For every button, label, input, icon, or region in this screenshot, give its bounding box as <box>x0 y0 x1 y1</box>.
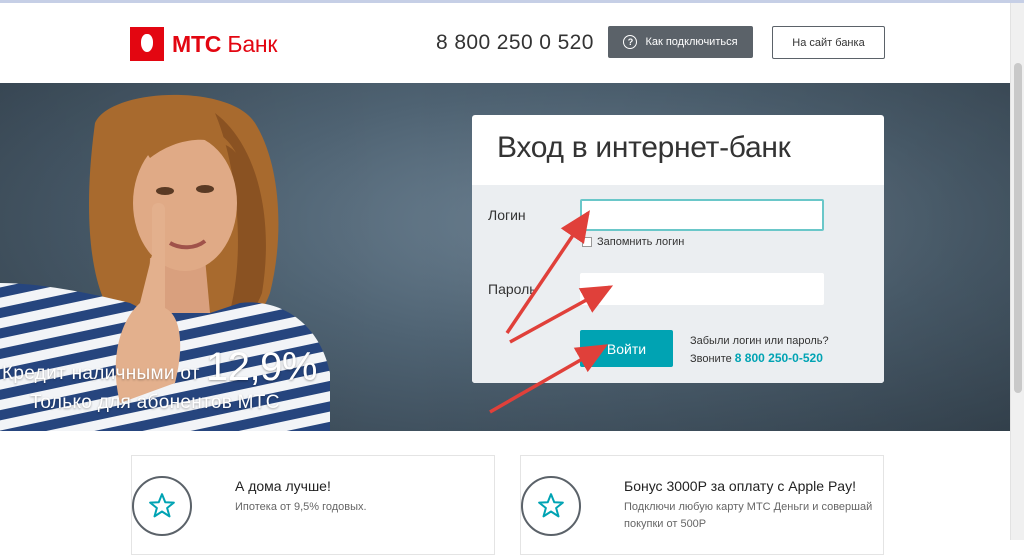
header-phone: 8 800 250 0 520 <box>436 31 594 54</box>
how-to-connect-label: Как подключиться <box>645 36 738 48</box>
login-title: Вход в интернет-банк <box>497 131 791 164</box>
password-input[interactable] <box>580 273 824 305</box>
password-label: Пароль <box>488 281 537 297</box>
promo-card-mortgage[interactable]: А дома лучше! Ипотека от 9,5% годовых. <box>131 455 495 555</box>
remember-login-checkbox[interactable]: Запомнить логин <box>582 236 684 248</box>
bank-site-label: На сайт банка <box>792 36 865 49</box>
logo-text: МТС Банк <box>172 31 277 58</box>
logo-suffix: Банк <box>227 30 278 57</box>
promo-card-apple-pay[interactable]: Бонус 3000Р за оплату с Apple Pay! Подкл… <box>520 455 884 555</box>
star-icon <box>521 476 581 536</box>
forgot-text: Забыли логин или пароль? <box>690 335 829 347</box>
support-phone-link[interactable]: 8 800 250-0-520 <box>735 351 823 365</box>
vertical-scrollbar[interactable] <box>1010 3 1024 540</box>
login-label: Логин <box>488 207 526 223</box>
how-to-connect-button[interactable]: ? Как подключиться <box>608 26 753 58</box>
bank-site-button[interactable]: На сайт банка <box>772 26 885 59</box>
promo-line-2: Только для абонентов МТС <box>30 392 280 413</box>
login-card: Вход в интернет-банк Логин Запомнить лог… <box>472 115 884 383</box>
promo-card-title: Бонус 3000Р за оплату с Apple Pay! <box>624 478 856 494</box>
call-prefix: Звоните <box>690 353 732 365</box>
login-submit-button[interactable]: Войти <box>580 330 673 367</box>
mts-bank-logo[interactable]: МТС Банк <box>130 27 277 61</box>
scrollbar-thumb[interactable] <box>1014 63 1022 393</box>
hero-banner: Кредит наличными от 12,9% Только для або… <box>0 83 1010 431</box>
checkbox-box[interactable] <box>582 237 592 247</box>
remember-login-label: Запомнить логин <box>597 236 685 248</box>
promo-line-1: Кредит наличными от <box>2 363 200 384</box>
mts-egg-logo-icon <box>130 27 164 61</box>
promo-card-text: Ипотека от 9,5% годовых. <box>235 501 367 513</box>
promo-card-text: Подключи любую карту МТС Деньги и соверш… <box>624 501 873 530</box>
login-submit-label: Войти <box>606 340 647 357</box>
logo-bold: МТС <box>172 30 222 57</box>
login-form: Логин Запомнить логин Пароль Войти Забыл… <box>472 185 884 383</box>
question-icon: ? <box>623 35 638 49</box>
promo-percent: 12,9% <box>206 345 317 389</box>
forgot-credentials: Забыли логин или пароль? Звоните 8 800 2… <box>690 333 829 368</box>
promo-card-title: А дома лучше! <box>235 478 331 494</box>
login-input[interactable] <box>580 199 824 231</box>
site-header: МТС Банк 8 800 250 0 520 ? Как подключит… <box>0 3 1010 83</box>
star-icon <box>132 476 192 536</box>
